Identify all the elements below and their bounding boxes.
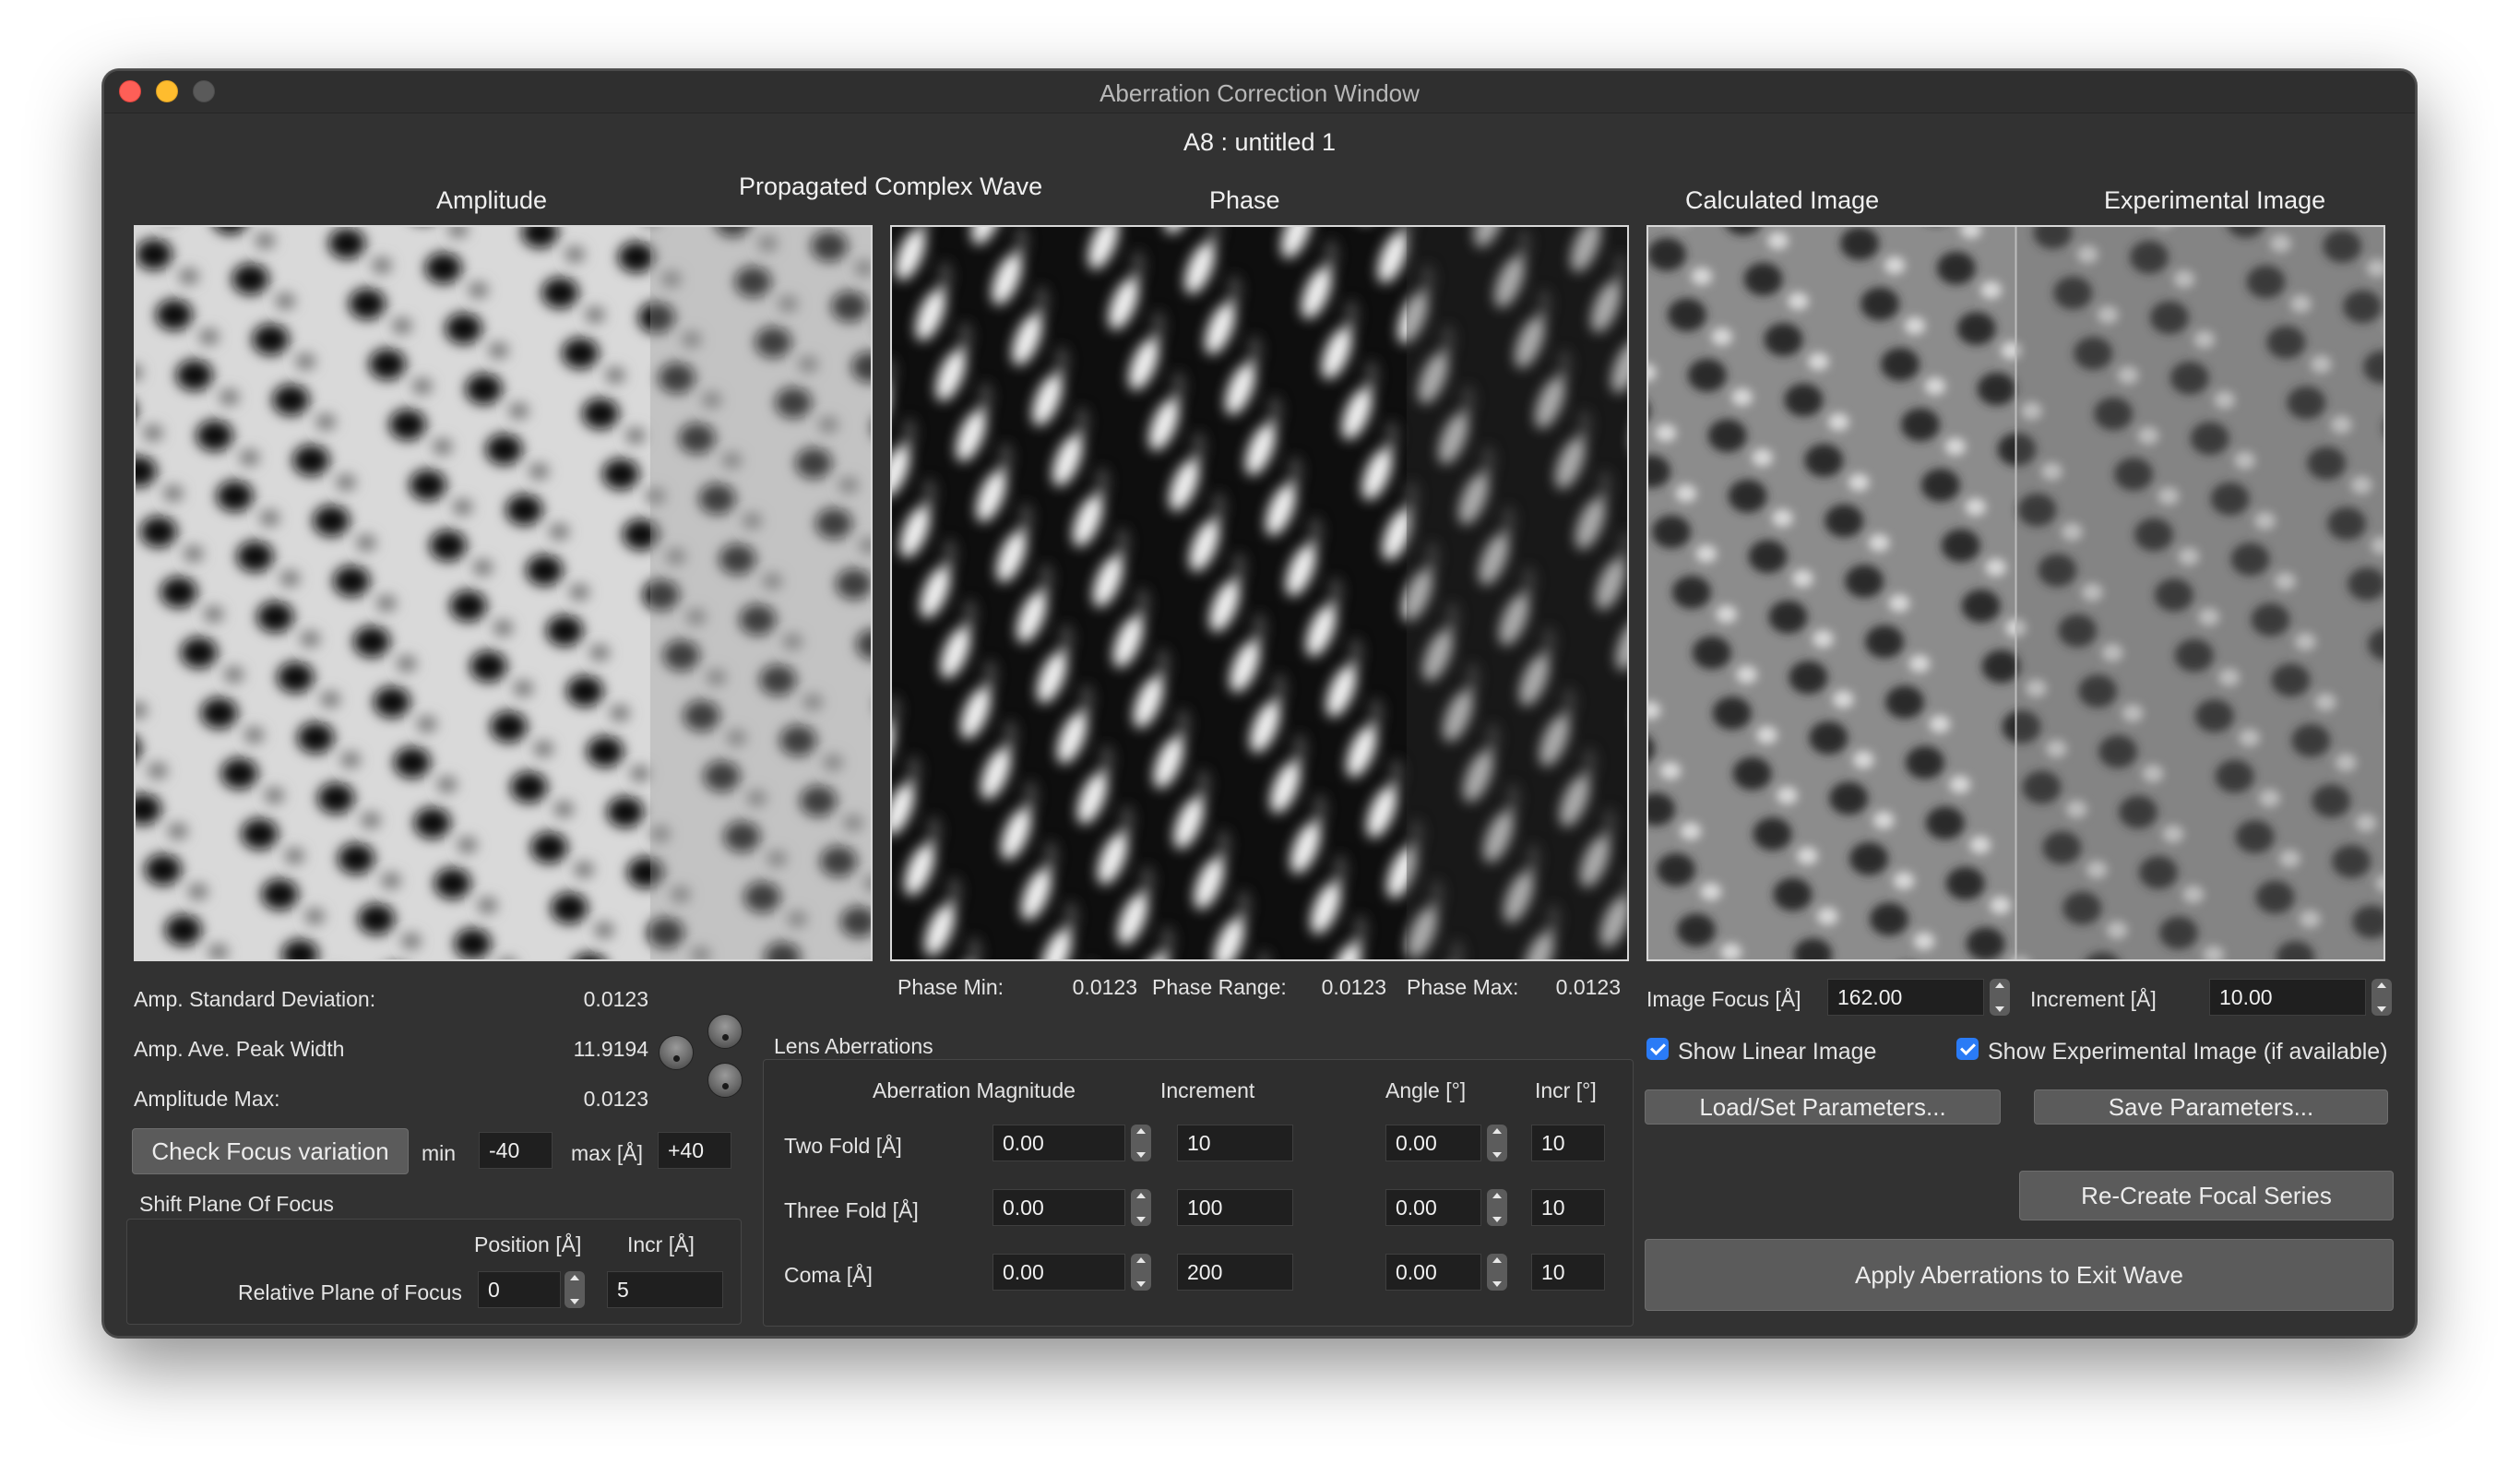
relative-plane-incr-input[interactable] [607, 1271, 723, 1308]
phase-min-label: Phase Min: [897, 975, 1004, 999]
show-experimental-label: Show Experimental Image (if available) [1988, 1039, 2388, 1065]
lens-aberrations-title: Lens Aberrations [774, 1034, 933, 1058]
image-increment-input[interactable] [2209, 979, 2366, 1016]
image-focus-label: Image Focus [Å] [1646, 987, 1801, 1011]
focus-min-input[interactable] [479, 1132, 553, 1169]
amp-max-label: Amplitude Max: [134, 1087, 280, 1111]
two-fold-label: Two Fold [Å] [784, 1134, 902, 1158]
apply-aberrations-button[interactable]: Apply Aberrations to Exit Wave [1645, 1239, 2394, 1311]
amp-max-value: 0.0123 [583, 1087, 648, 1111]
relative-plane-stepper[interactable] [565, 1271, 585, 1308]
shift-plane-group: Position [Å] Incr [Å] Relative Plane of … [126, 1219, 742, 1325]
phase-range-value: 0.0123 [1321, 975, 1386, 999]
angle-incr-header: Incr [°] [1535, 1078, 1597, 1102]
focus-min-label: min [422, 1141, 457, 1165]
coma-label: Coma [Å] [784, 1263, 873, 1287]
two-fold-magnitude-input[interactable] [993, 1125, 1125, 1161]
coma-angle-input[interactable] [1385, 1254, 1481, 1291]
three-fold-angle-stepper[interactable] [1487, 1189, 1507, 1226]
phase-title: Phase [1209, 186, 1280, 214]
experimental-image-title: Experimental Image [2104, 186, 2326, 214]
coma-angle-stepper[interactable] [1487, 1254, 1507, 1291]
phase-max-value: 0.0123 [1555, 975, 1621, 999]
three-fold-angle-incr-input[interactable] [1531, 1189, 1605, 1226]
image-focus-stepper[interactable] [1990, 979, 2010, 1016]
rotation-knob-icon[interactable] [707, 1063, 743, 1098]
phase-range-label: Phase Range: [1152, 975, 1287, 999]
coma-magnitude-stepper[interactable] [1131, 1254, 1151, 1291]
coma-magnitude-input[interactable] [993, 1254, 1125, 1291]
image-focus-input[interactable] [1827, 979, 1984, 1016]
three-fold-increment-input[interactable] [1177, 1189, 1293, 1226]
save-parameters-button[interactable]: Save Parameters... [2034, 1089, 2388, 1125]
amplitude-title: Amplitude [436, 186, 548, 214]
window-title: Aberration Correction Window [1100, 79, 1420, 107]
check-focus-variation-button[interactable]: Check Focus variation [132, 1128, 409, 1174]
recreate-focal-series-button[interactable]: Re-Create Focal Series [2019, 1171, 2394, 1220]
increment-label: Increment [Å] [2030, 987, 2157, 1011]
coma-angle-incr-input[interactable] [1531, 1254, 1605, 1291]
relative-plane-position-input[interactable] [478, 1271, 561, 1308]
two-fold-magnitude-stepper[interactable] [1131, 1125, 1151, 1161]
amp-std-value: 0.0123 [583, 987, 648, 1011]
show-linear-checkbox[interactable] [1646, 1038, 1669, 1060]
title-bar: Aberration Correction Window [104, 71, 2415, 113]
amp-std-label: Amp. Standard Deviation: [134, 987, 376, 1011]
shift-plane-title: Shift Plane Of Focus [139, 1192, 334, 1216]
rotation-knob-icon[interactable] [707, 1014, 743, 1049]
relative-plane-label: Relative Plane of Focus [238, 1280, 462, 1304]
rotation-knob-icon[interactable] [659, 1035, 694, 1070]
propagated-complex-wave-title: Propagated Complex Wave [739, 173, 1043, 200]
lens-aberrations-group: Aberration Magnitude Increment Angle [°]… [763, 1059, 1634, 1327]
amp-peak-label: Amp. Ave. Peak Width [134, 1037, 345, 1061]
focus-max-label: max [Å] [571, 1141, 643, 1165]
three-fold-magnitude-stepper[interactable] [1131, 1189, 1151, 1226]
load-set-parameters-button[interactable]: Load/Set Parameters... [1645, 1089, 2001, 1125]
coma-increment-input[interactable] [1177, 1254, 1293, 1291]
two-fold-angle-incr-input[interactable] [1531, 1125, 1605, 1161]
two-fold-angle-input[interactable] [1385, 1125, 1481, 1161]
aberration-magnitude-header: Aberration Magnitude [873, 1078, 1076, 1102]
focus-max-input[interactable] [658, 1132, 731, 1169]
calculated-image-title: Calculated Image [1685, 186, 1880, 214]
document-subtitle: A8 : untitled 1 [1183, 128, 1337, 156]
three-fold-label: Three Fold [Å] [784, 1198, 919, 1222]
phase-min-value: 0.0123 [1072, 975, 1137, 999]
two-fold-angle-stepper[interactable] [1487, 1125, 1507, 1161]
calculated-experimental-image[interactable] [1646, 225, 2385, 961]
show-linear-label: Show Linear Image [1678, 1039, 1877, 1065]
two-fold-increment-input[interactable] [1177, 1125, 1293, 1161]
position-header: Position [Å] [474, 1232, 582, 1256]
aberration-correction-window: Aberration Correction Window A8 : untitl… [102, 69, 2417, 1338]
three-fold-angle-input[interactable] [1385, 1189, 1481, 1226]
image-increment-stepper[interactable] [2371, 979, 2392, 1016]
phase-image[interactable] [890, 225, 1629, 961]
increment-header: Increment [1160, 1078, 1255, 1102]
amplitude-image[interactable] [134, 225, 873, 961]
three-fold-magnitude-input[interactable] [993, 1189, 1125, 1226]
angle-header: Angle [°] [1385, 1078, 1467, 1102]
incr-header: Incr [Å] [627, 1232, 695, 1256]
show-experimental-checkbox[interactable] [1956, 1038, 1979, 1060]
amp-peak-value: 11.9194 [573, 1037, 648, 1061]
phase-max-label: Phase Max: [1407, 975, 1519, 999]
